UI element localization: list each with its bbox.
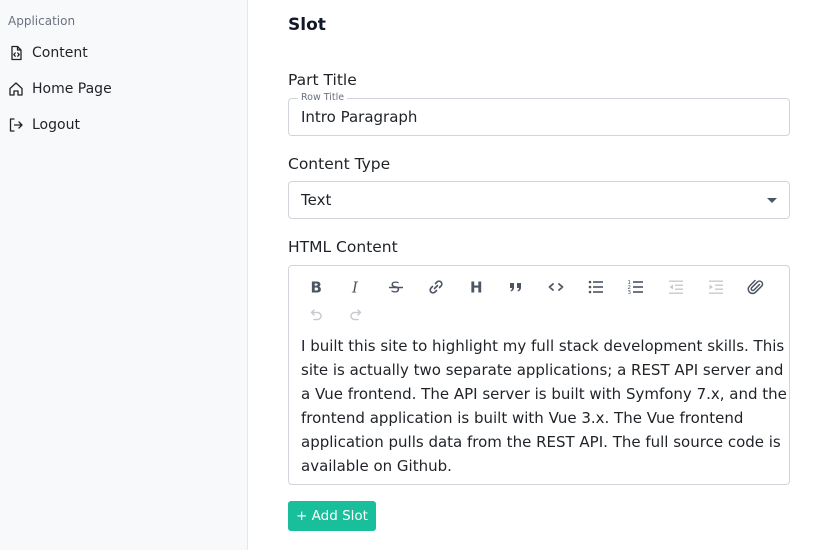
caret-down-icon (767, 198, 777, 203)
redo-icon[interactable] (343, 303, 369, 327)
html-editor: B I S H 1 2 3 I built this site to highl… (288, 265, 790, 485)
heading-icon[interactable]: H (463, 275, 489, 299)
svg-text:3: 3 (628, 290, 632, 296)
home-icon (8, 81, 24, 97)
part-title-label: Part Title (288, 71, 357, 89)
svg-text:I: I (351, 279, 359, 297)
bullet-list-icon[interactable] (583, 275, 609, 299)
content-type-select[interactable]: Text (288, 181, 790, 219)
bold-icon[interactable]: B (303, 275, 329, 299)
sidebar-item-label: Content (32, 45, 88, 61)
sidebar-heading: Application (8, 14, 76, 28)
content-type-value: Text (301, 191, 332, 209)
file-code-icon (8, 45, 24, 61)
sidebar-item-label: Home Page (32, 81, 112, 97)
attach-icon[interactable] (743, 275, 769, 299)
italic-icon[interactable]: I (343, 275, 369, 299)
add-slot-button[interactable]: + Add Slot (288, 501, 376, 531)
sidebar-item-content[interactable]: Content (8, 41, 88, 65)
editor-content[interactable]: I built this site to highlight my full s… (301, 334, 787, 478)
main-panel: Slot Part Title Row Title Content Type T… (248, 0, 826, 550)
code-icon[interactable] (543, 275, 569, 299)
link-icon[interactable] (423, 275, 449, 299)
content-type-label: Content Type (288, 155, 391, 173)
part-title-field[interactable]: Row Title (288, 92, 790, 136)
logout-icon (8, 117, 24, 133)
indent-icon[interactable] (703, 275, 729, 299)
sidebar-item-home-page[interactable]: Home Page (8, 77, 112, 101)
svg-text:H: H (470, 279, 483, 297)
html-content-label: HTML Content (288, 238, 398, 256)
svg-text:B: B (311, 279, 322, 297)
page-title: Slot (288, 15, 326, 35)
part-title-input[interactable] (301, 108, 771, 126)
row-title-floating-label: Row Title (298, 92, 348, 103)
quote-icon[interactable] (503, 275, 529, 299)
undo-icon[interactable] (303, 303, 329, 327)
sidebar-item-label: Logout (32, 117, 80, 133)
strikethrough-icon[interactable]: S (383, 275, 409, 299)
sidebar-item-logout[interactable]: Logout (8, 113, 80, 137)
outdent-icon[interactable] (663, 275, 689, 299)
numbered-list-icon[interactable]: 1 2 3 (623, 275, 649, 299)
sidebar: Application Content Home Page Logout (0, 0, 248, 550)
